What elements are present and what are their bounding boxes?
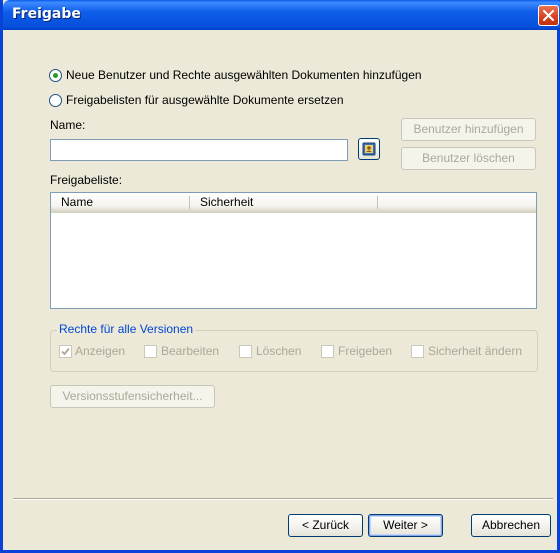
column-header-name[interactable]: Name (51, 193, 189, 212)
checkbox-change-security[interactable] (411, 345, 424, 358)
column-header-security[interactable]: Sicherheit (190, 193, 378, 212)
radio-add-rights[interactable] (49, 69, 62, 82)
checkbox-view[interactable] (59, 345, 72, 358)
radio-replace-lists[interactable] (49, 94, 62, 107)
checkbox-delete-label: Löschen (256, 344, 302, 358)
radio-selected-dot (53, 73, 58, 78)
check-icon (61, 347, 70, 356)
column-divider[interactable] (377, 196, 378, 209)
checkbox-delete[interactable] (239, 345, 252, 358)
radio-replace-lists-label[interactable]: Freigabelisten für ausgewählte Dokumente… (66, 93, 344, 107)
share-list-header: Name Sicherheit (51, 193, 536, 213)
next-button[interactable]: Weiter > (368, 514, 443, 537)
add-user-button[interactable]: Benutzer hinzufügen (401, 118, 536, 141)
version-security-button[interactable]: Versionsstufensicherheit... (50, 385, 215, 408)
name-input[interactable] (50, 139, 348, 161)
delete-user-button[interactable]: Benutzer löschen (401, 147, 536, 170)
close-icon (543, 10, 554, 21)
checkbox-edit[interactable] (144, 345, 157, 358)
checkbox-share-label: Freigeben (338, 344, 393, 358)
radio-add-rights-label[interactable]: Neue Benutzer und Rechte ausgewählten Do… (66, 68, 422, 82)
share-list-label: Freigabeliste: (50, 173, 123, 187)
cancel-button[interactable]: Abbrechen (471, 514, 551, 537)
address-book-icon (362, 142, 376, 156)
checkbox-share[interactable] (321, 345, 334, 358)
name-label: Name: (50, 118, 86, 132)
window-title: Freigabe (12, 6, 81, 22)
back-button[interactable]: < Zurück (288, 514, 363, 537)
close-button[interactable] (538, 5, 559, 26)
checkbox-change-security-label: Sicherheit ändern (428, 344, 523, 358)
dialog-window: Freigabe Neue Benutzer und Rechte ausgew… (0, 0, 560, 553)
title-bar[interactable]: Freigabe (3, 0, 560, 30)
share-list[interactable]: Name Sicherheit (50, 192, 537, 309)
rights-group-title: Rechte für alle Versionen (57, 322, 196, 336)
bottom-separator (13, 498, 553, 500)
checkbox-edit-label: Bearbeiten (161, 344, 220, 358)
checkbox-view-label: Anzeigen (75, 344, 126, 358)
address-book-button[interactable] (358, 138, 380, 160)
